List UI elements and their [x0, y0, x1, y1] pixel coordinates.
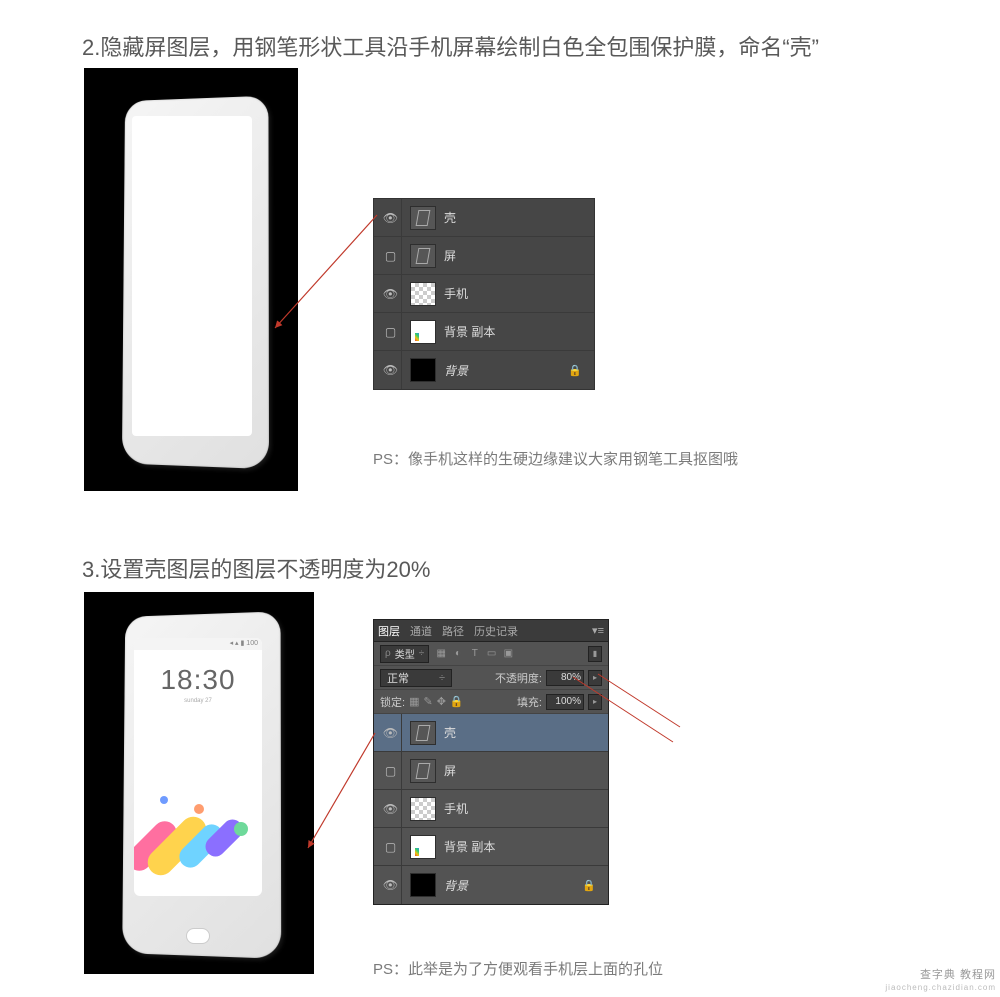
layer-row[interactable]: 👁 壳: [374, 714, 608, 752]
visibility-eye-icon[interactable]: 👁: [380, 351, 402, 389]
fill-label: 填充:: [517, 694, 542, 710]
panel-filter-row: ρ 类型 ÷ ▦ ◐ T ▭ ▣ ▮: [374, 642, 608, 666]
filter-pixel-icon[interactable]: ▦: [434, 648, 448, 659]
lock-label: 锁定:: [380, 694, 405, 710]
panel-tabs: 图层 通道 路径 历史记录 ▾≡: [374, 620, 608, 642]
panel-lock-row: 锁定: ▦ ✎ ✥ 🔒 填充: 100% ▸: [374, 690, 608, 714]
layer-thumb-shape: [410, 759, 436, 783]
panel-blend-row: 正常 ÷ 不透明度: 80% ▸: [374, 666, 608, 690]
layer-name: 屏: [444, 762, 456, 779]
layer-name: 壳: [444, 209, 456, 226]
tab-paths[interactable]: 路径: [442, 623, 464, 639]
tab-layers[interactable]: 图层: [378, 623, 400, 639]
opacity-label: 不透明度:: [495, 670, 542, 686]
step-2-heading: 2.隐藏屏图层，用钢笔形状工具沿手机屏幕绘制白色全包围保护膜，命名“壳”: [82, 30, 902, 62]
panel-menu-icon[interactable]: ▾≡: [592, 624, 604, 637]
layer-name: 壳: [444, 724, 456, 741]
phone-mockup-2: ◂ ▴ ▮ 100 18:30 sunday 27: [84, 592, 314, 974]
lock-icon: 🔒: [568, 364, 582, 377]
kind-select[interactable]: ρ 类型 ÷: [380, 645, 429, 663]
filter-type-icon[interactable]: T: [468, 648, 482, 659]
layer-row[interactable]: 👁 背景 🔒: [374, 351, 594, 389]
visibility-off-icon[interactable]: ▢: [380, 237, 402, 274]
layer-row[interactable]: ▢ 背景 副本: [374, 828, 608, 866]
visibility-off-icon[interactable]: ▢: [380, 828, 402, 865]
phone-mockup-1: [84, 68, 298, 491]
lock-position-icon[interactable]: ✥: [437, 695, 446, 708]
ps-note-step2: PS：像手机这样的生硬边缘建议大家用钢笔工具抠图哦: [373, 448, 738, 469]
layer-name: 背景: [444, 877, 468, 894]
tab-channels[interactable]: 通道: [410, 623, 432, 639]
visibility-off-icon[interactable]: ▢: [380, 313, 402, 350]
home-button: [186, 928, 210, 944]
layer-thumb-white: [410, 320, 436, 344]
visibility-eye-icon[interactable]: 👁: [380, 275, 402, 312]
layer-row[interactable]: 👁 手机: [374, 275, 594, 313]
layer-thumb-shape: [410, 244, 436, 268]
wallpaper-blobs: [134, 776, 262, 866]
opacity-scrub-icon[interactable]: ▸: [588, 670, 602, 686]
layer-thumb-black: [410, 873, 436, 897]
lock-transparency-icon[interactable]: ▦: [409, 695, 419, 708]
layer-thumb-shape: [410, 206, 436, 230]
layer-row[interactable]: 👁 背景 🔒: [374, 866, 608, 904]
visibility-eye-icon[interactable]: 👁: [380, 714, 402, 751]
layers-panel-step2: 👁 壳 ▢ 屏 👁 手机 ▢ 背景 副本 👁 背景 🔒: [373, 198, 595, 390]
phone-status-bar: ◂ ▴ ▮ 100: [134, 638, 262, 650]
blend-mode-select[interactable]: 正常 ÷: [380, 669, 452, 687]
layer-row[interactable]: 👁 壳: [374, 199, 594, 237]
layer-name: 手机: [444, 800, 468, 817]
watermark: 查字典 教程网 jiaocheng.chazidian.com: [885, 968, 996, 993]
visibility-eye-icon[interactable]: 👁: [380, 866, 402, 904]
layer-row[interactable]: ▢ 屏: [374, 237, 594, 275]
layer-name: 背景: [444, 362, 468, 379]
filter-toggle[interactable]: ▮: [588, 646, 602, 662]
filter-adjust-icon[interactable]: ◐: [451, 648, 465, 659]
phone-clock: 18:30: [134, 664, 262, 696]
visibility-off-icon[interactable]: ▢: [380, 752, 402, 789]
phone-clock-sub: sunday 27: [134, 698, 262, 704]
layer-thumb-shape: [410, 721, 436, 745]
layers-panel-step3: 图层 通道 路径 历史记录 ▾≡ ρ 类型 ÷ ▦ ◐ T ▭ ▣ ▮ 正常 ÷…: [373, 619, 609, 905]
layer-name: 手机: [444, 285, 468, 302]
layer-thumb-checker: [410, 797, 436, 821]
layer-name: 屏: [444, 247, 456, 264]
layer-name: 背景 副本: [444, 838, 495, 855]
layer-name: 背景 副本: [444, 323, 495, 340]
lock-brush-icon[interactable]: ✎: [423, 695, 432, 708]
lock-icon: 🔒: [582, 879, 596, 892]
layer-thumb-white: [410, 835, 436, 859]
tab-history[interactable]: 历史记录: [474, 623, 518, 639]
layer-row[interactable]: ▢ 背景 副本: [374, 313, 594, 351]
layer-thumb-black: [410, 358, 436, 382]
filter-icons[interactable]: ▦ ◐ T ▭ ▣: [434, 648, 515, 659]
visibility-eye-icon[interactable]: 👁: [380, 199, 402, 236]
lock-all-icon[interactable]: 🔒: [450, 695, 464, 708]
ps-note-step3: PS：此举是为了方便观看手机层上面的孔位: [373, 958, 663, 979]
layer-thumb-checker: [410, 282, 436, 306]
layer-row[interactable]: 👁 手机: [374, 790, 608, 828]
filter-smart-icon[interactable]: ▣: [501, 648, 515, 659]
visibility-eye-icon[interactable]: 👁: [380, 790, 402, 827]
fill-scrub-icon[interactable]: ▸: [588, 694, 602, 710]
filter-shape-icon[interactable]: ▭: [485, 648, 499, 659]
step-3-heading: 3.设置壳图层的图层不透明度为20%: [82, 552, 430, 584]
layer-row[interactable]: ▢ 屏: [374, 752, 608, 790]
opacity-value[interactable]: 80%: [546, 670, 584, 686]
fill-value[interactable]: 100%: [546, 694, 584, 710]
